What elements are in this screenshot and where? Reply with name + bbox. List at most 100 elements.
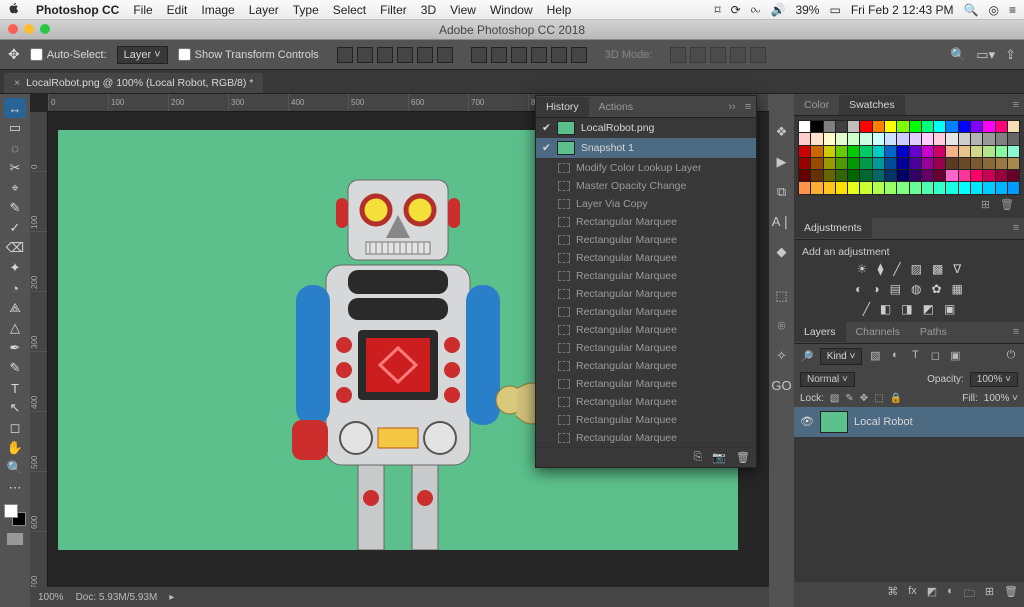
group-icon[interactable]: 🗀 (964, 585, 975, 604)
swatch[interactable] (983, 133, 994, 144)
dock-icon-6[interactable]: ⬚ (775, 288, 787, 304)
adjustment-preset[interactable]: ◍ (911, 282, 921, 296)
swatch[interactable] (946, 121, 957, 132)
swatch[interactable] (934, 170, 945, 181)
swatch[interactable] (897, 121, 908, 132)
menu-type[interactable]: Type (293, 3, 319, 17)
align-vcenter[interactable] (417, 47, 433, 63)
tool-13[interactable]: ✎ (4, 358, 26, 378)
swatch[interactable] (1008, 121, 1019, 132)
swatch[interactable] (824, 182, 835, 193)
filter-smart-icon[interactable]: ▣ (948, 349, 962, 363)
history-step[interactable]: Rectangular Marquee (536, 339, 756, 357)
history-step[interactable]: Rectangular Marquee (536, 393, 756, 411)
adjustment-preset[interactable]: ◐ (855, 282, 862, 296)
sync-icon[interactable]: ⟳ (731, 3, 741, 17)
swatch[interactable] (910, 170, 921, 181)
distribute-hcenter[interactable] (551, 47, 567, 63)
history-brush-source[interactable]: ✔ (542, 122, 551, 134)
quick-mask-toggle[interactable] (6, 532, 24, 546)
filter-pixel-icon[interactable]: ▧ (868, 349, 882, 363)
swatch[interactable] (910, 133, 921, 144)
delete-layer-icon[interactable]: 🗑 (1004, 585, 1018, 604)
swatch[interactable] (922, 146, 933, 157)
swatch[interactable] (971, 121, 982, 132)
layer-thumbnail[interactable] (820, 411, 848, 433)
tool-7[interactable]: ⌫ (4, 238, 26, 258)
tool-18[interactable]: 🔍 (4, 458, 26, 478)
adjustment-preset[interactable]: ◑ (872, 282, 879, 296)
adjustment-preset[interactable]: ☀ (857, 262, 868, 276)
lock-all-icon[interactable]: 🔒 (890, 393, 902, 404)
close-tab-icon[interactable]: × (14, 77, 20, 89)
swatch[interactable] (885, 182, 896, 193)
history-step[interactable]: Rectangular Marquee (536, 303, 756, 321)
menu-image[interactable]: Image (201, 3, 234, 17)
tool-19[interactable]: ⋯ (4, 478, 26, 498)
swatch[interactable] (971, 182, 982, 193)
swatch[interactable] (836, 170, 847, 181)
dropbox-icon[interactable]: ⌑ (715, 3, 721, 17)
swatch[interactable] (934, 121, 945, 132)
swatch[interactable] (971, 146, 982, 157)
swatch[interactable] (848, 158, 859, 169)
swatch[interactable] (922, 182, 933, 193)
swatch[interactable] (959, 170, 970, 181)
new-layer-icon[interactable]: ⊞ (985, 585, 994, 604)
battery-icon[interactable]: ▭ (829, 3, 840, 17)
search-icon[interactable]: 🔍 (950, 47, 966, 63)
3d-pan[interactable] (710, 47, 726, 63)
history-snapshot[interactable]: ✔LocalRobot.png (536, 118, 756, 138)
opacity-value[interactable]: 100% ˅ (970, 372, 1018, 387)
filter-shape-icon[interactable]: ◻ (928, 349, 942, 363)
swatch[interactable] (934, 182, 945, 193)
swatch[interactable] (848, 121, 859, 132)
layer-name[interactable]: Local Robot (854, 416, 913, 428)
share-icon[interactable]: ⇪ (1005, 47, 1016, 63)
3d-orbit[interactable] (670, 47, 686, 63)
swatch[interactable] (897, 170, 908, 181)
tab-paths[interactable]: Paths (910, 322, 957, 342)
swatch[interactable] (873, 133, 884, 144)
swatch[interactable] (873, 182, 884, 193)
notifications-icon[interactable]: ≡ (1009, 3, 1016, 17)
swatch[interactable] (897, 133, 908, 144)
adjustment-layer-icon[interactable]: ◐ (947, 585, 954, 604)
swatch[interactable] (996, 170, 1007, 181)
swatch[interactable] (824, 170, 835, 181)
swatch[interactable] (922, 121, 933, 132)
auto-select-checkbox[interactable]: Auto-Select: (30, 48, 107, 61)
swatch[interactable] (824, 146, 835, 157)
swatch[interactable] (848, 146, 859, 157)
tool-17[interactable]: ✋ (4, 438, 26, 458)
swatch[interactable] (885, 170, 896, 181)
lock-position-icon[interactable]: ✥ (860, 393, 868, 404)
tab-layers[interactable]: Layers (794, 322, 846, 342)
swatch[interactable] (934, 146, 945, 157)
align-left[interactable] (337, 47, 353, 63)
swatch[interactable] (799, 182, 810, 193)
filter-toggle[interactable]: ⏻ (1004, 349, 1018, 363)
create-document-icon[interactable]: ⎘ (694, 451, 703, 464)
swatch[interactable] (983, 182, 994, 193)
swatch[interactable] (885, 133, 896, 144)
align-right[interactable] (377, 47, 393, 63)
tool-16[interactable]: ◻ (4, 418, 26, 438)
swatch[interactable] (946, 170, 957, 181)
swatch[interactable] (811, 182, 822, 193)
swatch[interactable] (799, 146, 810, 157)
tool-12[interactable]: ✒ (4, 338, 26, 358)
swatch[interactable] (910, 121, 921, 132)
swatch[interactable] (836, 121, 847, 132)
swatch[interactable] (897, 146, 908, 157)
swatch[interactable] (971, 170, 982, 181)
swatch[interactable] (836, 133, 847, 144)
menu-select[interactable]: Select (333, 3, 366, 17)
swatch[interactable] (799, 158, 810, 169)
swatch[interactable] (885, 158, 896, 169)
history-step[interactable]: Rectangular Marquee (536, 231, 756, 249)
menu-3d[interactable]: 3D (421, 3, 436, 17)
history-step[interactable]: Rectangular Marquee (536, 429, 756, 447)
swatch[interactable] (946, 158, 957, 169)
siri-icon[interactable]: ◎ (989, 3, 999, 17)
